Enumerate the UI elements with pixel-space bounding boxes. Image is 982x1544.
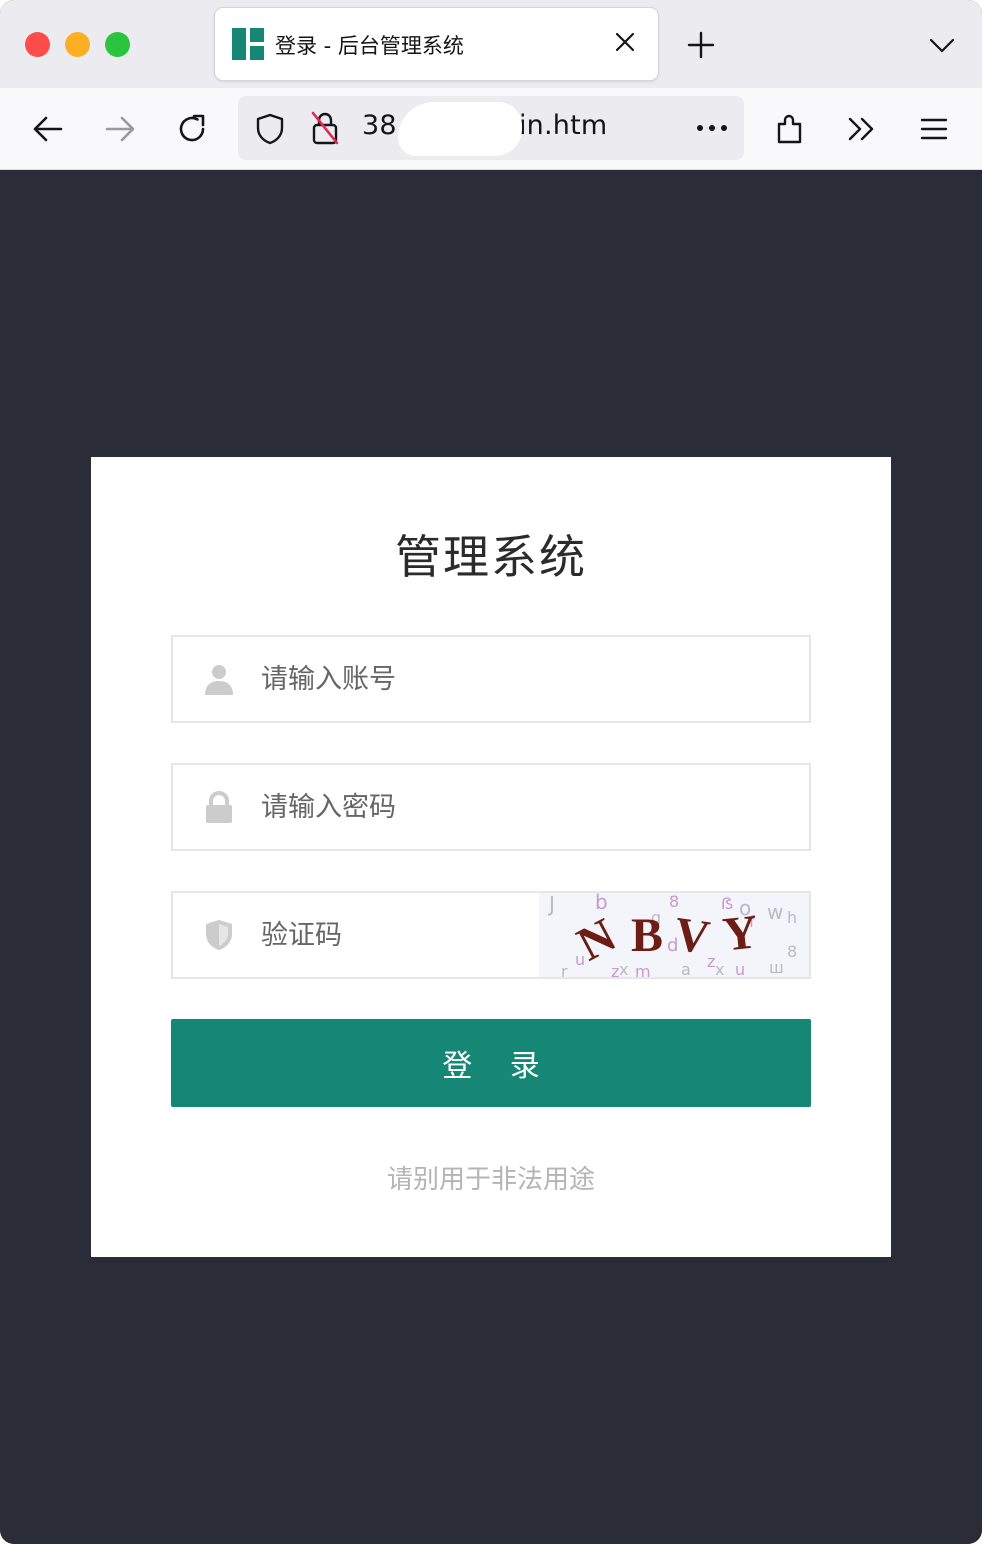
login-card: 管理系统 请输入账号 验证码 J o w h g r x a x ш 8 b 8… — [91, 457, 891, 1257]
username-input[interactable] — [261, 637, 801, 721]
captcha-graphic: J o w h g r x a x ш 8 b 8 ẞ u z m d u z … — [547, 893, 797, 977]
captcha-field[interactable]: J o w h g r x a x ш 8 — [171, 891, 811, 979]
close-window-button[interactable] — [25, 32, 50, 57]
back-arrow-icon[interactable] — [31, 112, 65, 146]
footer-note: 请别用于非法用途 — [386, 1165, 595, 1195]
svg-text:8: 8 — [787, 942, 797, 961]
login-title: 管理系统 — [395, 530, 587, 584]
insecure-lock-icon[interactable] — [310, 110, 340, 146]
tab-active[interactable]: 登录 - 后台管理系统 — [215, 8, 658, 80]
redaction-mask — [398, 102, 522, 156]
address-bar[interactable]: 38. 27/admin.htm — [238, 96, 744, 160]
password-input[interactable] — [261, 765, 801, 849]
browser-window: 登录 - 后台管理系统 38. 管理系统 请输入账号 验证码 J o w h g… — [0, 0, 982, 1544]
svg-text:w: w — [767, 900, 783, 924]
tracking-shield-icon[interactable] — [254, 112, 286, 146]
svg-text:B: B — [631, 909, 663, 962]
captcha-input[interactable] — [261, 893, 531, 977]
more-actions-icon[interactable] — [694, 112, 730, 144]
tab-strip: 登录 - 后台管理系统 — [0, 0, 982, 88]
overflow-chevrons-icon[interactable] — [845, 112, 879, 146]
captcha-image[interactable]: J o w h g r x a x ш 8 b 8 ẞ u z m d u z … — [539, 893, 809, 977]
maximize-window-button[interactable] — [105, 32, 130, 57]
svg-text:u: u — [735, 960, 745, 977]
chevron-down-icon[interactable] — [927, 30, 957, 60]
reload-icon[interactable] — [175, 112, 209, 146]
url-fade — [654, 96, 694, 160]
layout-favicon-icon — [232, 28, 264, 60]
svg-text:x: x — [715, 960, 724, 977]
hamburger-menu-icon[interactable] — [917, 112, 951, 146]
tab-title: 登录 - 后台管理系统 — [275, 34, 464, 58]
user-icon — [205, 665, 233, 695]
svg-text:z: z — [611, 962, 619, 977]
lock-icon — [206, 791, 232, 823]
forward-arrow-icon[interactable] — [103, 112, 137, 146]
svg-text:J: J — [547, 893, 555, 916]
svg-text:z: z — [707, 952, 715, 971]
svg-text:r: r — [561, 962, 568, 977]
login-button[interactable]: 登 录 — [171, 1019, 811, 1107]
svg-text:h: h — [787, 908, 797, 927]
svg-text:a: a — [681, 960, 691, 977]
navigation-toolbar: 38. 27/admin.htm — [0, 88, 982, 170]
password-field[interactable] — [171, 763, 811, 851]
extensions-puzzle-icon[interactable] — [774, 112, 808, 146]
minimize-window-button[interactable] — [65, 32, 90, 57]
new-tab-plus-icon[interactable] — [686, 30, 716, 60]
username-field[interactable] — [171, 635, 811, 723]
close-tab-icon[interactable] — [613, 30, 637, 54]
page-content: 管理系统 请输入账号 验证码 J o w h g r x a x ш 8 b 8… — [0, 171, 982, 1544]
svg-text:ш: ш — [769, 958, 784, 977]
shield-icon — [206, 920, 232, 950]
svg-text:Y: Y — [720, 905, 760, 961]
svg-text:m: m — [635, 962, 651, 977]
svg-text:x: x — [619, 960, 628, 977]
